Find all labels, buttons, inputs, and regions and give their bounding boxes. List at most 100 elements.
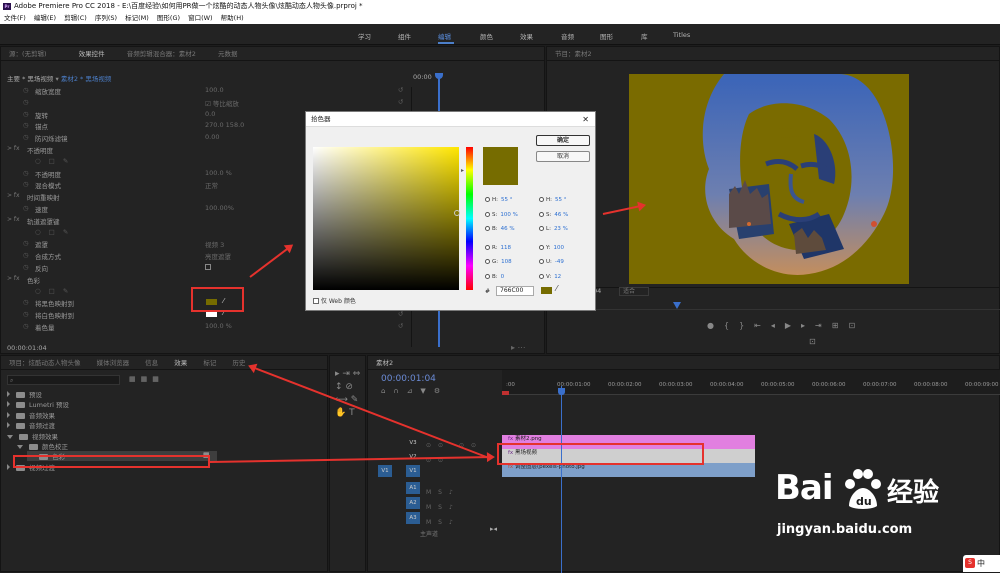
effects-tree-item[interactable]: 视频效果: [7, 431, 58, 441]
saturation-brightness-field[interactable]: [313, 147, 459, 290]
effects-tree-item[interactable]: 音频过渡: [7, 420, 55, 430]
radio-icon[interactable]: [539, 259, 544, 264]
web-colors-option[interactable]: 仅 Web 颜色: [313, 296, 356, 305]
ime-indicator[interactable]: S 中: [963, 555, 1000, 572]
program-scrub-bar[interactable]: [547, 309, 1000, 310]
fx-toggle-icon[interactable]: > fx: [7, 192, 20, 199]
menu-sequence[interactable]: 序列(S): [95, 14, 117, 22]
tab-history[interactable]: 历史: [232, 359, 245, 367]
tab-media-browser[interactable]: 媒体浏览器: [97, 359, 130, 367]
export-frame-icon[interactable]: ⊡: [809, 337, 816, 346]
effect-row[interactable]: ◷ ☑ 等比缩放 ↺: [1, 97, 409, 108]
cancel-button[interactable]: 取消: [536, 151, 590, 162]
fx-toggle-icon[interactable]: > fx: [7, 216, 20, 223]
effects-tree-item[interactable]: Lumetri 预设: [7, 399, 69, 409]
timeline-playhead[interactable]: [561, 386, 562, 573]
transport-controls[interactable]: ●{}⇤◂▶▸⇥⊞⊡: [707, 321, 865, 330]
stopwatch-icon[interactable]: ◷: [23, 86, 29, 94]
ec-playhead-head[interactable]: [435, 73, 443, 79]
radio-icon[interactable]: [539, 244, 544, 250]
track-v1-source[interactable]: V1: [378, 465, 392, 477]
stopwatch-icon[interactable]: ◷: [23, 180, 29, 188]
menu-window[interactable]: 窗口(W): [188, 14, 213, 22]
disclosure-icon[interactable]: [7, 401, 10, 408]
radio-icon[interactable]: [485, 259, 490, 264]
ec-footer-icons[interactable]: ▸ ⋯: [511, 343, 526, 352]
property-value[interactable]: 亮度遮罩: [205, 251, 231, 261]
property-value[interactable]: 视频 3: [205, 239, 224, 249]
radio-icon[interactable]: [539, 211, 544, 217]
timeline-timecode[interactable]: 00:00:01:04: [381, 374, 436, 384]
eyedropper-icon[interactable]: ⁄: [556, 284, 557, 293]
disclosure-icon[interactable]: [17, 445, 23, 449]
timeline-scroll-end-icon[interactable]: ▸◂: [490, 525, 497, 533]
radio-icon[interactable]: [485, 244, 490, 250]
fit-dropdown[interactable]: 适合: [619, 287, 649, 296]
stopwatch-icon[interactable]: ◷: [23, 251, 29, 259]
stopwatch-icon[interactable]: ◷: [23, 310, 29, 318]
color-value-field[interactable]: V: 12: [539, 273, 561, 280]
stopwatch-icon[interactable]: ◷: [23, 98, 29, 106]
timeline-tool-icons[interactable]: ⌂∩⊿▼⚙: [381, 387, 448, 395]
color-value-field[interactable]: H: 55 °: [539, 197, 567, 203]
channel-value[interactable]: 55 °: [555, 197, 567, 203]
stopwatch-icon[interactable]: ◷: [23, 169, 29, 177]
reset-icon[interactable]: ↺: [398, 98, 403, 106]
radio-icon[interactable]: [539, 226, 544, 231]
fx-toggle-icon[interactable]: > fx: [7, 275, 20, 282]
clip-v1[interactable]: fx 调整图层(pexels-photo.jpg: [502, 463, 755, 477]
mask-shape-icons[interactable]: ○□✎: [35, 157, 76, 165]
disclosure-icon[interactable]: [7, 422, 10, 429]
tool-icons[interactable]: ▸ ⇥ ⇔ ↕ ⊘ ⟷ ✎ ✋ T: [335, 368, 363, 420]
menu-marker[interactable]: 标记(M): [125, 14, 149, 22]
color-value-field[interactable]: S: 46 %: [539, 211, 568, 218]
menu-help[interactable]: 帮助(H): [221, 14, 244, 22]
effect-row[interactable]: ◷ 缩放宽度 100.0 ↺: [1, 85, 409, 96]
channel-value[interactable]: -49: [555, 259, 564, 265]
channel-value[interactable]: 46 %: [501, 226, 515, 232]
channel-value[interactable]: 108: [501, 259, 512, 265]
close-icon[interactable]: ✕: [582, 112, 589, 127]
ws-libraries[interactable]: 库: [641, 31, 648, 41]
ws-assembly[interactable]: 组件: [398, 31, 411, 41]
channel-value[interactable]: 55 °: [501, 197, 513, 203]
tab-metadata[interactable]: 元数据: [218, 50, 238, 58]
uniform-scale-checkbox[interactable]: ☑ 等比缩放: [205, 98, 239, 108]
tab-project[interactable]: 项目：炫酷动态人物头像: [9, 359, 81, 367]
stopwatch-icon[interactable]: ◷: [23, 110, 29, 118]
color-value-field[interactable]: B: 0: [485, 273, 504, 280]
audio-toggle-icons[interactable]: MS♪ MS♪ MS♪: [426, 485, 486, 530]
track-v1[interactable]: V1: [406, 465, 420, 477]
mask-shape-icons[interactable]: ○□✎: [35, 287, 76, 295]
disclosure-icon[interactable]: [7, 434, 13, 439]
property-value[interactable]: 100.0: [205, 86, 224, 94]
hex-input[interactable]: 766C00: [496, 286, 534, 296]
clip-selector[interactable]: 素材2 * 黑场视频: [61, 75, 112, 83]
menu-edit[interactable]: 编辑(E): [34, 14, 56, 22]
tab-info[interactable]: 信息: [145, 359, 158, 367]
effects-tree-item[interactable]: 预设: [7, 389, 42, 399]
stopwatch-icon[interactable]: ◷: [23, 263, 29, 271]
track-a3[interactable]: A3: [406, 512, 420, 524]
stopwatch-icon[interactable]: ◷: [23, 133, 29, 141]
menu-clip[interactable]: 剪辑(C): [64, 14, 87, 22]
channel-value[interactable]: 46 %: [554, 212, 568, 218]
timeline-playhead-head[interactable]: [558, 388, 565, 395]
effects-filter-icons[interactable]: ▦▦▦: [129, 375, 164, 383]
property-value[interactable]: 100.00%: [205, 204, 234, 212]
channel-value[interactable]: 12: [554, 274, 561, 280]
stopwatch-icon[interactable]: ◷: [23, 121, 29, 129]
color-value-field[interactable]: H: 55 °: [485, 197, 513, 203]
channel-value[interactable]: 118: [501, 245, 512, 251]
color-value-field[interactable]: G: 108: [485, 259, 512, 265]
ws-learn[interactable]: 学习: [358, 31, 371, 41]
tab-effect-controls[interactable]: 效果控件: [79, 50, 105, 58]
radio-icon[interactable]: [539, 273, 544, 279]
ws-titles[interactable]: Titles: [673, 31, 690, 39]
radio-icon[interactable]: [485, 273, 490, 279]
work-area-bar[interactable]: [502, 391, 509, 395]
fx-toggle-icon[interactable]: > fx: [7, 145, 20, 152]
tab-effects[interactable]: 效果: [174, 359, 187, 367]
ws-editing[interactable]: 编辑: [438, 31, 451, 41]
track-v3[interactable]: V3: [406, 437, 420, 449]
